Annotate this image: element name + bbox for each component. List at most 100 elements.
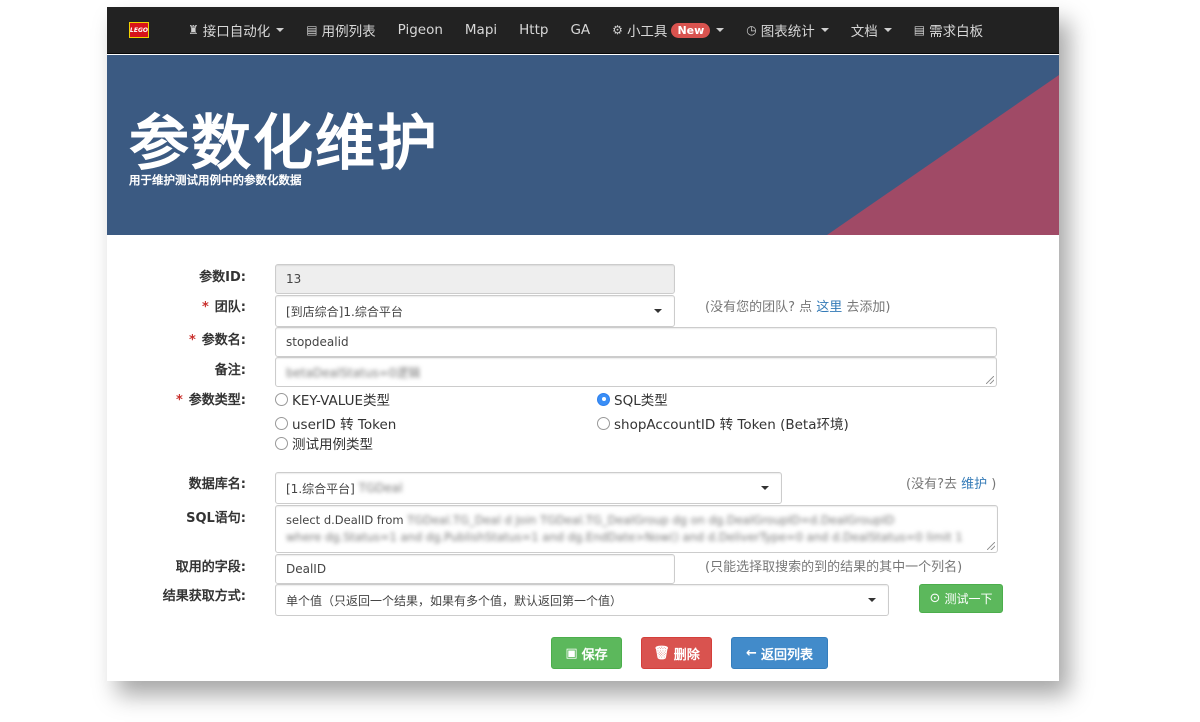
delete-button[interactable]: 🗑 删除 bbox=[641, 637, 712, 669]
save-button[interactable]: ▣ 保存 bbox=[551, 637, 622, 669]
nav-item-label: Http bbox=[519, 22, 549, 38]
resize-handle-icon[interactable] bbox=[986, 376, 994, 384]
nav-item-label: 小工具 bbox=[626, 24, 668, 40]
nav-item-8[interactable]: 文档 bbox=[840, 7, 903, 54]
param-type-option-label: SQL类型 bbox=[614, 393, 668, 409]
nav-item-0[interactable]: ♜ 接口自动化 bbox=[177, 7, 295, 54]
sql-label: SQL语句: bbox=[186, 511, 246, 526]
caret-down-icon bbox=[883, 28, 892, 32]
database-hint-suffix: ) bbox=[987, 477, 997, 492]
arrow-left-icon: ← bbox=[746, 645, 757, 661]
note-value: betaDealStatus=0逻辑 bbox=[286, 365, 421, 380]
add-team-link[interactable]: 这里 bbox=[816, 300, 842, 315]
list-icon: ▤ bbox=[306, 23, 318, 37]
fetch-mode-select[interactable]: 单个值（只返回一个结果，如果有多个值，默认返回第一个值） bbox=[275, 584, 889, 616]
logo[interactable]: LEGO bbox=[129, 22, 149, 38]
param-type-option[interactable]: SQL类型 bbox=[597, 389, 668, 409]
team-hint-suffix: 去添加) bbox=[842, 300, 891, 315]
radio-icon[interactable] bbox=[275, 416, 288, 430]
team-select-value: [到店综合]1.综合平台 bbox=[286, 304, 403, 319]
test-button-label: 测试一下 bbox=[944, 592, 993, 606]
nav-item-2[interactable]: Pigeon bbox=[387, 7, 454, 54]
radio-icon[interactable] bbox=[597, 392, 610, 406]
database-hint: (没有?去 维护 ) bbox=[906, 473, 996, 492]
nav-item-label: 接口自动化 bbox=[202, 24, 271, 40]
logo-text: LEGO bbox=[130, 26, 148, 34]
nav-item-label: Pigeon bbox=[397, 22, 443, 38]
team-select[interactable]: [到店综合]1.综合平台 bbox=[275, 295, 675, 327]
database-select-value: [1.综合平台] bbox=[286, 481, 355, 496]
trophy-icon: ♜ bbox=[188, 23, 199, 37]
page-header-banner: 参数化维护 用于维护测试用例中的参数化数据 bbox=[107, 55, 1059, 235]
field-label: 取用的字段: bbox=[175, 560, 246, 575]
nav-item-6[interactable]: ⚙ 小工具 New bbox=[601, 7, 735, 54]
database-name-value: TGDeal bbox=[358, 481, 403, 495]
required-mark: * bbox=[188, 333, 196, 348]
required-mark: * bbox=[201, 300, 209, 315]
team-label: * 团队: bbox=[202, 296, 246, 315]
team-label-text: 团队: bbox=[214, 300, 246, 315]
field-input[interactable]: DealID bbox=[275, 554, 675, 584]
new-badge: New bbox=[671, 22, 711, 38]
nav-item-7[interactable]: ◷ 图表统计 bbox=[735, 7, 839, 54]
param-name-value: stopdealid bbox=[286, 335, 349, 349]
database-label: 数据库名: bbox=[188, 477, 246, 492]
param-id-field: 13 bbox=[275, 264, 675, 294]
note-textarea[interactable]: betaDealStatus=0逻辑 bbox=[275, 357, 997, 387]
sql-line-1-rest: TGDeal.TG_Deal d Join TGDeal.TG_DealGrou… bbox=[407, 513, 895, 527]
nav-item-label: Mapi bbox=[464, 22, 498, 38]
sql-textarea[interactable]: select d.DealID from TGDeal.TG_Deal d Jo… bbox=[275, 505, 998, 553]
sql-line-1: select d.DealID from TGDeal.TG_Deal d Jo… bbox=[286, 512, 987, 529]
test-button[interactable]: ⊙ 测试一下 bbox=[919, 584, 1003, 613]
param-type-option-label: shopAccountID 转 Token (Beta环境) bbox=[614, 417, 849, 433]
nav-item-9[interactable]: ▤ 需求白板 bbox=[903, 7, 994, 54]
clock-icon: ◷ bbox=[746, 23, 757, 37]
database-select[interactable]: [1.综合平台] TGDeal bbox=[275, 472, 782, 504]
database-hint-prefix: (没有?去 bbox=[906, 477, 962, 492]
resize-handle-icon[interactable] bbox=[987, 542, 995, 550]
back-button-label: 返回列表 bbox=[760, 647, 813, 663]
nav-item-label: 需求白板 bbox=[929, 24, 984, 40]
nav-menu: ♜ 接口自动化 ▤ 用例列表 Pigeon Mapi Http GA ⚙ 小工具 New ◷ 图表统计文… bbox=[177, 7, 994, 54]
page-subtitle: 用于维护测试用例中的参数化数据 bbox=[129, 173, 302, 187]
param-type-label: * 参数类型: bbox=[176, 389, 246, 408]
radio-icon[interactable] bbox=[275, 392, 288, 406]
param-type-option[interactable]: userID 转 Token bbox=[275, 413, 396, 433]
param-type-option-label: userID 转 Token bbox=[292, 417, 397, 433]
required-mark: * bbox=[175, 393, 183, 408]
note-label: 备注: bbox=[214, 363, 246, 378]
param-type-option-label: 测试用例类型 bbox=[292, 437, 373, 453]
param-name-label: * 参数名: bbox=[189, 329, 246, 348]
play-circle-icon: ⊙ bbox=[929, 591, 941, 606]
radio-icon[interactable] bbox=[275, 436, 288, 450]
team-hint-prefix: (没有您的团队? 点 bbox=[705, 300, 817, 315]
param-type-option[interactable]: shopAccountID 转 Token (Beta环境) bbox=[597, 413, 849, 433]
param-type-option[interactable]: KEY-VALUE类型 bbox=[275, 389, 390, 409]
sql-line-1-prefix: select d.DealID from bbox=[286, 513, 404, 527]
param-type-option[interactable]: 测试用例类型 bbox=[275, 433, 373, 453]
fetch-mode-label: 结果获取方式: bbox=[162, 589, 246, 604]
param-id-value: 13 bbox=[286, 272, 302, 286]
back-to-list-button[interactable]: ← 返回列表 bbox=[731, 637, 828, 669]
top-navbar: LEGO ♜ 接口自动化 ▤ 用例列表 Pigeon Mapi Http GA ⚙ 小工具 New ◷… bbox=[107, 7, 1059, 54]
board-icon: ▤ bbox=[913, 23, 926, 37]
chevron-down-icon bbox=[654, 309, 662, 313]
nav-item-3[interactable]: Mapi bbox=[454, 7, 508, 54]
caret-down-icon bbox=[820, 28, 829, 32]
gear-icon: ⚙ bbox=[612, 23, 623, 37]
trash-icon: 🗑 bbox=[653, 645, 670, 661]
maintain-database-link[interactable]: 维护 bbox=[961, 477, 987, 492]
nav-item-5[interactable]: GA bbox=[559, 7, 601, 54]
param-name-input[interactable]: stopdealid bbox=[275, 327, 997, 357]
fetch-mode-value: 单个值（只返回一个结果，如果有多个值，默认返回第一个值） bbox=[286, 593, 623, 608]
floppy-disk-icon: ▣ bbox=[565, 645, 578, 661]
param-id-label: 参数ID: bbox=[199, 270, 246, 285]
param-type-label-text: 参数类型: bbox=[188, 393, 246, 408]
delete-button-label: 删除 bbox=[673, 647, 700, 663]
nav-item-1[interactable]: ▤ 用例列表 bbox=[295, 7, 386, 54]
team-hint: (没有您的团队? 点 这里 去添加) bbox=[705, 296, 890, 315]
app-window: LEGO ♜ 接口自动化 ▤ 用例列表 Pigeon Mapi Http GA ⚙ 小工具 New ◷… bbox=[107, 7, 1059, 681]
chevron-down-icon bbox=[868, 598, 876, 602]
nav-item-4[interactable]: Http bbox=[508, 7, 559, 54]
radio-icon[interactable] bbox=[597, 416, 610, 430]
